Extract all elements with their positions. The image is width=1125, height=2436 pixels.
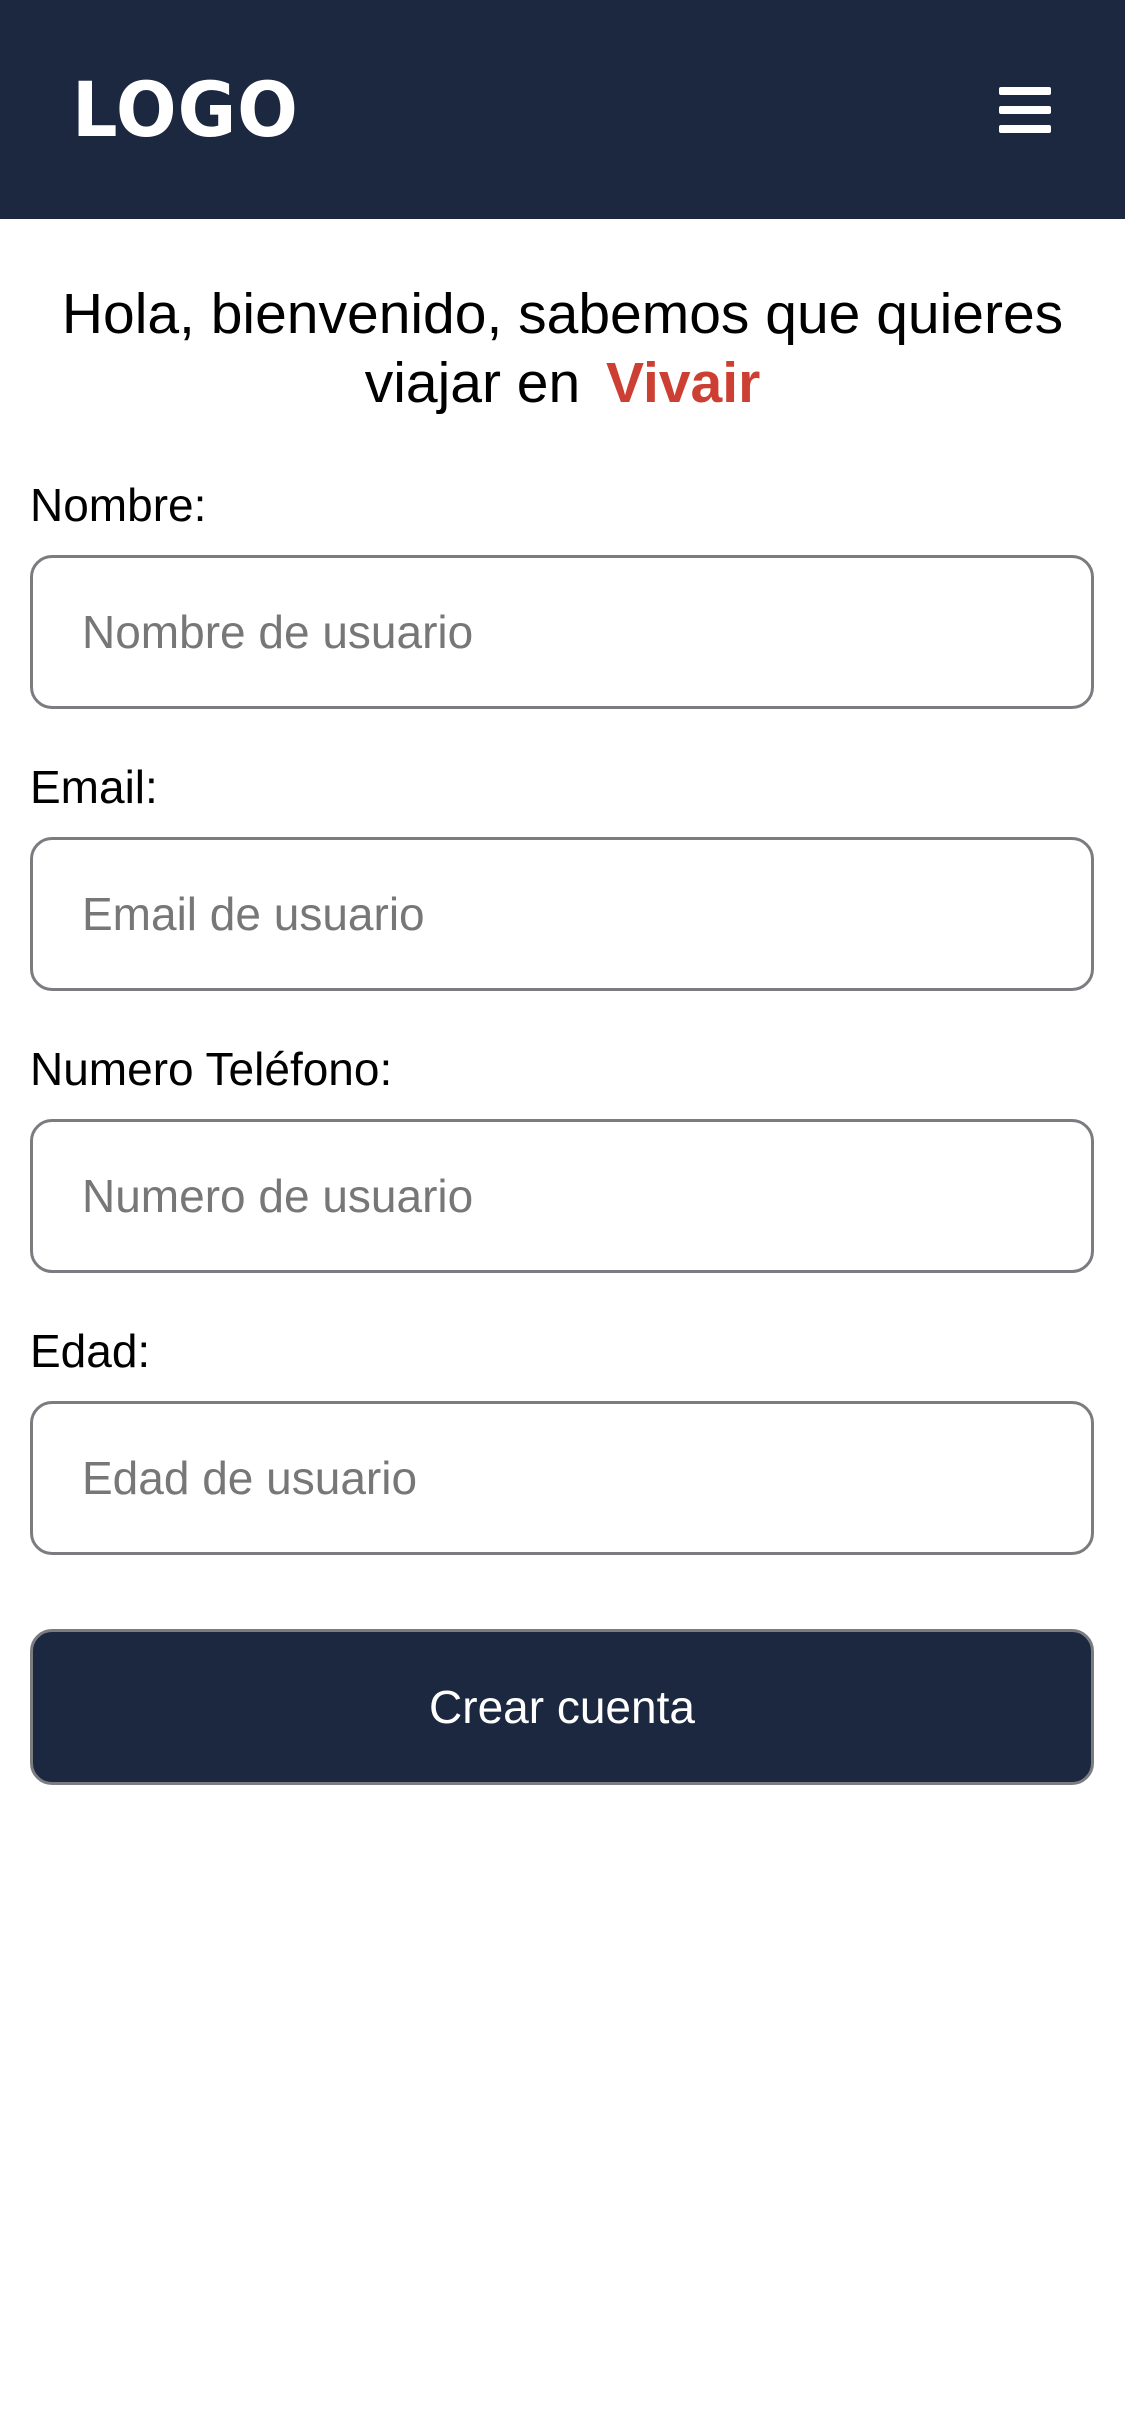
- age-label: Edad:: [30, 1325, 151, 1377]
- hamburger-menu-icon[interactable]: [988, 80, 1062, 140]
- email-label: Email:: [30, 761, 158, 813]
- phone-label: Numero Teléfono:: [30, 1043, 393, 1095]
- top-navbar: LOGO: [0, 0, 1125, 219]
- menu-bar-middle: [999, 106, 1051, 114]
- age-input[interactable]: [30, 1401, 1094, 1555]
- name-label: Nombre:: [30, 479, 207, 531]
- welcome-heading: Hola, bienvenido, sabemos que quieres vi…: [20, 280, 1105, 418]
- phone-input[interactable]: [30, 1119, 1094, 1273]
- email-input[interactable]: [30, 837, 1094, 991]
- logo[interactable]: LOGO: [72, 64, 299, 156]
- brand-name: Vivair: [606, 351, 761, 415]
- welcome-text: Hola, bienvenido, sabemos que quieres vi…: [61, 282, 1064, 415]
- menu-bar-bottom: [999, 125, 1051, 133]
- create-account-button[interactable]: Crear cuenta: [30, 1629, 1094, 1785]
- name-input[interactable]: [30, 555, 1094, 709]
- menu-bar-top: [999, 87, 1051, 95]
